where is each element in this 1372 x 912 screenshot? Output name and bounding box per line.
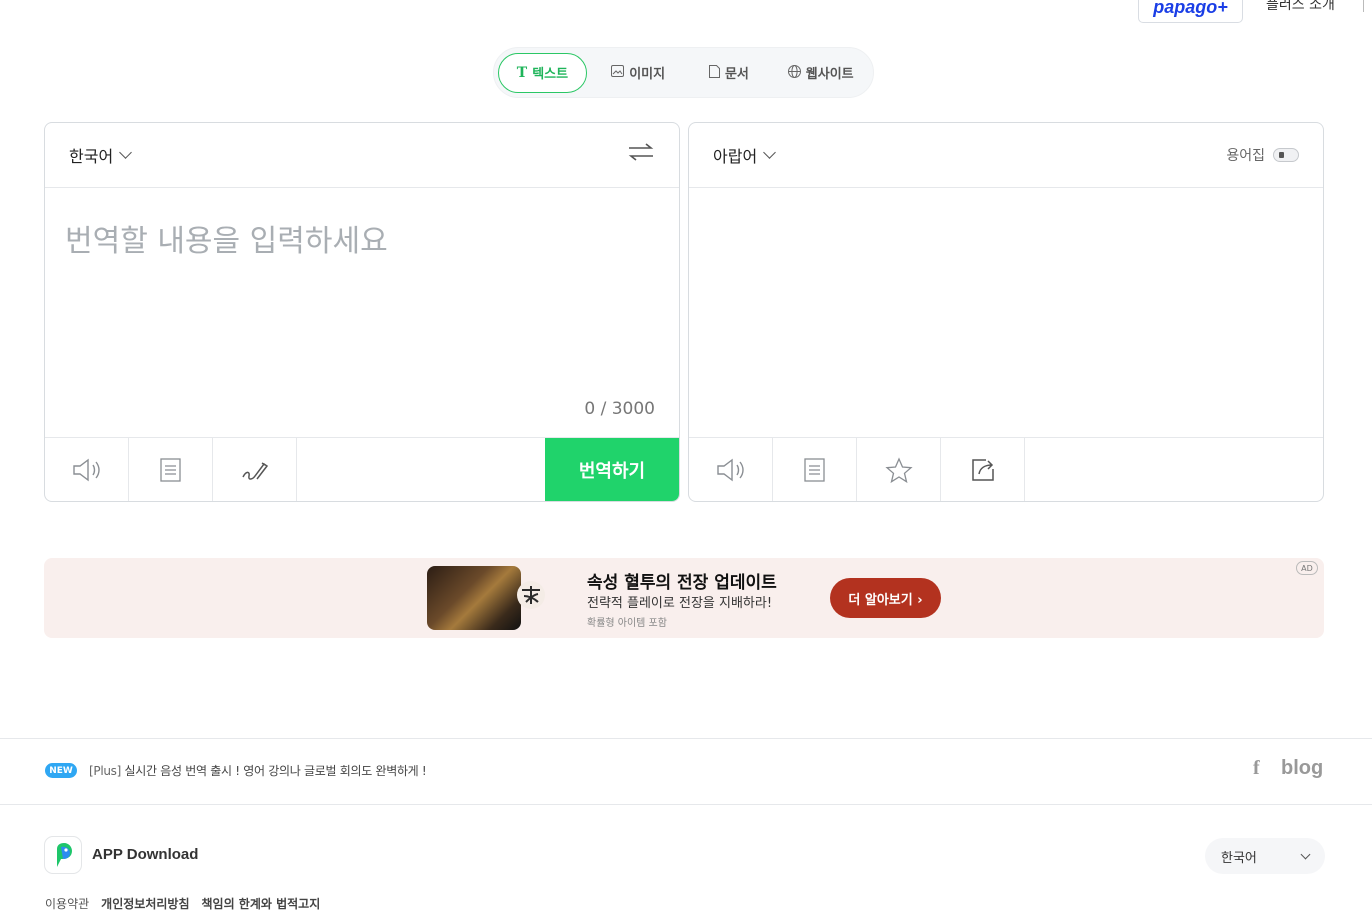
ad-title: 속성 혈투의 전장 업데이트 bbox=[587, 573, 777, 593]
chevron-down-icon bbox=[763, 146, 777, 159]
source-panel-header: 한국어 bbox=[45, 123, 679, 188]
target-language-select[interactable]: 아랍어 bbox=[713, 143, 777, 167]
app-download-link[interactable]: APP Download bbox=[92, 846, 198, 863]
ad-learn-more-button[interactable]: 더 알아보기 › bbox=[830, 578, 941, 618]
source-text-area[interactable]: 번역할 내용을 입력하세요 0 / 3000 bbox=[45, 188, 679, 437]
tab-image-label: 이미지 bbox=[629, 67, 666, 82]
handwriting-icon bbox=[241, 461, 268, 480]
tab-image[interactable]: 이미지 bbox=[587, 53, 690, 93]
source-language-label: 한국어 bbox=[69, 147, 114, 166]
target-text-area bbox=[689, 188, 1323, 437]
tab-text-label: 텍스트 bbox=[532, 67, 569, 82]
ad-subtitle: 전략적 플레이로 전장을 지배하라! bbox=[587, 596, 773, 611]
image-icon bbox=[611, 65, 625, 80]
tab-text[interactable]: T 텍스트 bbox=[498, 52, 587, 93]
site-language-label: 한국어 bbox=[1221, 850, 1257, 866]
source-language-select[interactable]: 한국어 bbox=[69, 143, 133, 167]
target-toolbar bbox=[689, 437, 1323, 501]
target-panel-header: 아랍어 용어집 bbox=[689, 123, 1323, 188]
copy-icon bbox=[803, 457, 825, 482]
footer-divider-top bbox=[0, 738, 1372, 739]
notice-tag: [Plus] bbox=[89, 764, 121, 778]
share-icon bbox=[971, 458, 994, 481]
papago-plus-logo: papago+ bbox=[1153, 0, 1228, 17]
ad-game-logo bbox=[514, 580, 548, 616]
new-badge: NEW bbox=[45, 763, 77, 778]
target-panel: 아랍어 용어집 bbox=[688, 122, 1324, 502]
ad-banner[interactable]: 속성 혈투의 전장 업데이트 전략적 플레이로 전장을 지배하라! 확률형 아이… bbox=[44, 558, 1324, 638]
ad-badge[interactable]: AD bbox=[1296, 561, 1318, 575]
glossary-label: 용어집 bbox=[1226, 148, 1265, 164]
notice-text: 실시간 음성 번역 출시 ! 영어 강의나 글로벌 회의도 완벽하게 ! bbox=[124, 764, 427, 778]
source-toolbar: 번역하기 bbox=[45, 437, 679, 501]
toggle-switch[interactable] bbox=[1273, 148, 1299, 162]
glossary-toggle[interactable]: 용어집 bbox=[1226, 145, 1299, 165]
tab-document[interactable]: 문서 bbox=[689, 53, 768, 93]
character-count: 0 / 3000 bbox=[584, 399, 655, 419]
footer-links: 이용약관 개인정보처리방침 책임의 한계와 법적고지 bbox=[45, 895, 320, 912]
source-listen-button[interactable] bbox=[45, 438, 129, 501]
terms-link[interactable]: 이용약관 bbox=[45, 895, 89, 912]
swap-languages-button[interactable] bbox=[627, 142, 655, 168]
site-language-select[interactable]: 한국어 bbox=[1205, 838, 1325, 874]
source-panel: 한국어 번역할 내용을 입력하세요 0 / 3000 번역하기 bbox=[44, 122, 680, 502]
facebook-icon[interactable]: f bbox=[1253, 757, 1260, 780]
speaker-icon bbox=[716, 458, 744, 481]
legal-notice-link[interactable]: 책임의 한계와 법적고지 bbox=[202, 895, 321, 912]
translate-button[interactable]: 번역하기 bbox=[545, 438, 679, 501]
swap-icon bbox=[628, 143, 654, 161]
chevron-down-icon bbox=[119, 146, 133, 159]
blog-link[interactable]: blog bbox=[1281, 757, 1323, 780]
favorite-button[interactable] bbox=[857, 438, 941, 501]
papago-plus-button[interactable]: papago+ bbox=[1138, 0, 1243, 23]
source-placeholder: 번역할 내용을 입력하세요 bbox=[65, 224, 388, 259]
share-button[interactable] bbox=[941, 438, 1025, 501]
notice-link[interactable]: [Plus] 실시간 음성 번역 출시 ! 영어 강의나 글로벌 회의도 완벽하… bbox=[89, 762, 427, 779]
ad-thumbnail-image bbox=[427, 566, 521, 630]
globe-icon bbox=[787, 64, 801, 81]
text-icon: T bbox=[516, 64, 528, 81]
target-listen-button[interactable] bbox=[689, 438, 773, 501]
ad-note: 확률형 아이템 포함 bbox=[587, 618, 667, 629]
footer-divider bbox=[0, 804, 1372, 805]
privacy-policy-link[interactable]: 개인정보처리방침 bbox=[101, 895, 189, 912]
tab-website[interactable]: 웹사이트 bbox=[768, 53, 873, 93]
header-divider bbox=[1363, 0, 1364, 12]
tab-website-label: 웹사이트 bbox=[805, 67, 854, 82]
document-icon bbox=[708, 64, 720, 81]
target-copy-button[interactable] bbox=[773, 438, 857, 501]
star-icon bbox=[884, 456, 913, 483]
plus-intro-link[interactable]: 플러스 소개 bbox=[1266, 0, 1335, 14]
copy-icon bbox=[159, 457, 181, 482]
speaker-icon bbox=[72, 458, 100, 481]
translation-mode-tabs: T 텍스트 이미지 문서 웹사이트 bbox=[493, 47, 874, 98]
handwriting-button[interactable] bbox=[213, 438, 297, 501]
source-copy-button[interactable] bbox=[129, 438, 213, 501]
papago-app-icon[interactable] bbox=[44, 836, 82, 874]
chevron-down-icon bbox=[1300, 849, 1311, 859]
target-language-label: 아랍어 bbox=[713, 147, 758, 166]
tab-document-label: 문서 bbox=[724, 67, 749, 82]
